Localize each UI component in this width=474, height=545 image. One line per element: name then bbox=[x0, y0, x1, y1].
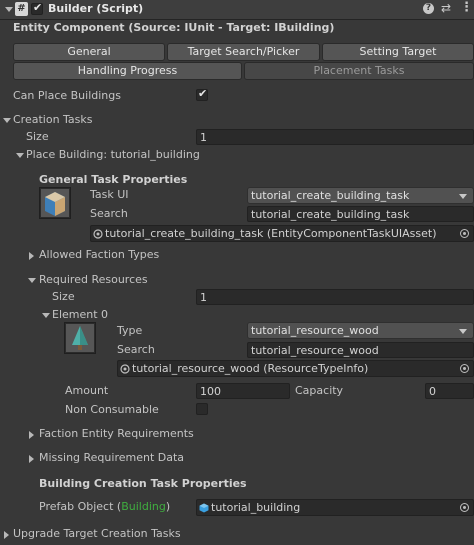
element0-foldout-icon[interactable] bbox=[42, 313, 50, 318]
foldout-arrow-icon[interactable] bbox=[5, 7, 13, 12]
scriptable-object-icon bbox=[120, 364, 130, 374]
prefab-object-field[interactable]: tutorial_building bbox=[196, 499, 474, 516]
checkmark-icon: ✔ bbox=[33, 1, 43, 14]
object-picker-icon[interactable] bbox=[460, 503, 469, 512]
non-consumable-checkbox[interactable] bbox=[196, 403, 208, 415]
resource-search-label: Search bbox=[117, 343, 155, 356]
object-picker-icon[interactable] bbox=[460, 364, 469, 373]
creation-tasks-size-field[interactable]: 1 bbox=[196, 129, 474, 145]
enabled-checkbox[interactable]: ✔ bbox=[31, 1, 43, 15]
tab-setting-target[interactable]: Setting Target bbox=[322, 43, 474, 61]
script-icon: # bbox=[15, 2, 28, 16]
entity-component-subtitle: Entity Component (Source: IUnit - Target… bbox=[13, 21, 335, 34]
general-task-properties-heading: General Task Properties bbox=[39, 173, 188, 186]
task-ui-asset-field[interactable]: tutorial_create_building_task (EntityCom… bbox=[90, 225, 474, 242]
resource-search-input[interactable]: tutorial_resource_wood bbox=[247, 342, 474, 358]
task-ui-label: Task UI bbox=[90, 188, 129, 201]
task-search-label: Search bbox=[90, 207, 128, 220]
amount-field[interactable]: 100 bbox=[196, 383, 290, 399]
object-picker-icon[interactable] bbox=[460, 229, 469, 238]
checkmark-icon: ✔ bbox=[198, 87, 208, 100]
component-title: Builder (Script) bbox=[48, 2, 144, 15]
prefab-icon bbox=[199, 503, 209, 513]
building-icon bbox=[41, 189, 69, 217]
tab-handling-progress[interactable]: Handling Progress bbox=[13, 62, 242, 80]
allowed-faction-foldout-icon[interactable] bbox=[29, 252, 34, 260]
tree-icon bbox=[66, 324, 94, 352]
amount-label: Amount bbox=[65, 384, 109, 397]
allowed-faction-types-label[interactable]: Allowed Faction Types bbox=[39, 248, 159, 262]
creation-tasks-size-label: Size bbox=[26, 130, 49, 143]
capacity-field[interactable]: 0 bbox=[425, 383, 474, 399]
task-search-input[interactable]: tutorial_create_building_task bbox=[247, 206, 474, 222]
help-icon[interactable]: ? bbox=[423, 3, 434, 14]
tab-target-search-picker[interactable]: Target Search/Picker bbox=[167, 43, 320, 61]
can-place-buildings-label: Can Place Buildings bbox=[13, 89, 121, 102]
required-resources-size-label: Size bbox=[52, 290, 75, 303]
upgrade-foldout-icon[interactable] bbox=[4, 531, 9, 539]
place-building-foldout-icon[interactable] bbox=[16, 153, 24, 158]
resource-type-dropdown[interactable]: tutorial_resource_wood bbox=[247, 322, 474, 339]
component-header: # ✔ Builder (Script) ? ⇄ ⋮ bbox=[0, 0, 474, 20]
tab-general[interactable]: General bbox=[13, 43, 165, 61]
required-resources-label[interactable]: Required Resources bbox=[39, 273, 148, 287]
faction-entity-req-foldout-icon[interactable] bbox=[29, 431, 34, 439]
required-resources-foldout-icon[interactable] bbox=[28, 278, 36, 283]
faction-entity-requirements-label[interactable]: Faction Entity Requirements bbox=[39, 427, 194, 441]
missing-req-foldout-icon[interactable] bbox=[29, 455, 34, 463]
more-icon[interactable]: ⋮ bbox=[460, 0, 473, 15]
scriptable-object-icon bbox=[93, 229, 103, 239]
creation-tasks-label[interactable]: Creation Tasks bbox=[13, 113, 93, 127]
tab-placement-tasks[interactable]: Placement Tasks bbox=[244, 62, 474, 80]
chevron-down-icon bbox=[459, 329, 467, 334]
prefab-object-label: Prefab Object (Building) bbox=[39, 500, 171, 513]
resource-type-label: Type bbox=[117, 324, 143, 337]
non-consumable-label: Non Consumable bbox=[65, 403, 159, 416]
task-ui-dropdown[interactable]: tutorial_create_building_task bbox=[247, 187, 474, 204]
missing-requirement-data-label[interactable]: Missing Requirement Data bbox=[39, 451, 184, 465]
resource-asset-field[interactable]: tutorial_resource_wood (ResourceTypeInfo… bbox=[117, 360, 474, 377]
settings-icon[interactable]: ⇄ bbox=[441, 1, 451, 15]
capacity-label: Capacity bbox=[295, 384, 344, 397]
task-icon-preview[interactable] bbox=[39, 187, 71, 219]
creation-tasks-foldout-icon[interactable] bbox=[3, 118, 11, 123]
upgrade-target-creation-tasks-label[interactable]: Upgrade Target Creation Tasks bbox=[13, 527, 181, 541]
resource-icon-preview[interactable] bbox=[64, 322, 96, 354]
prefab-type-link[interactable]: Building bbox=[121, 500, 166, 513]
place-building-element-label[interactable]: Place Building: tutorial_building bbox=[26, 148, 200, 162]
required-resources-size-field[interactable]: 1 bbox=[196, 289, 474, 305]
element0-label[interactable]: Element 0 bbox=[52, 308, 108, 322]
building-creation-properties-heading: Building Creation Task Properties bbox=[39, 477, 247, 490]
chevron-down-icon bbox=[459, 194, 467, 199]
can-place-buildings-checkbox[interactable]: ✔ bbox=[196, 87, 208, 101]
